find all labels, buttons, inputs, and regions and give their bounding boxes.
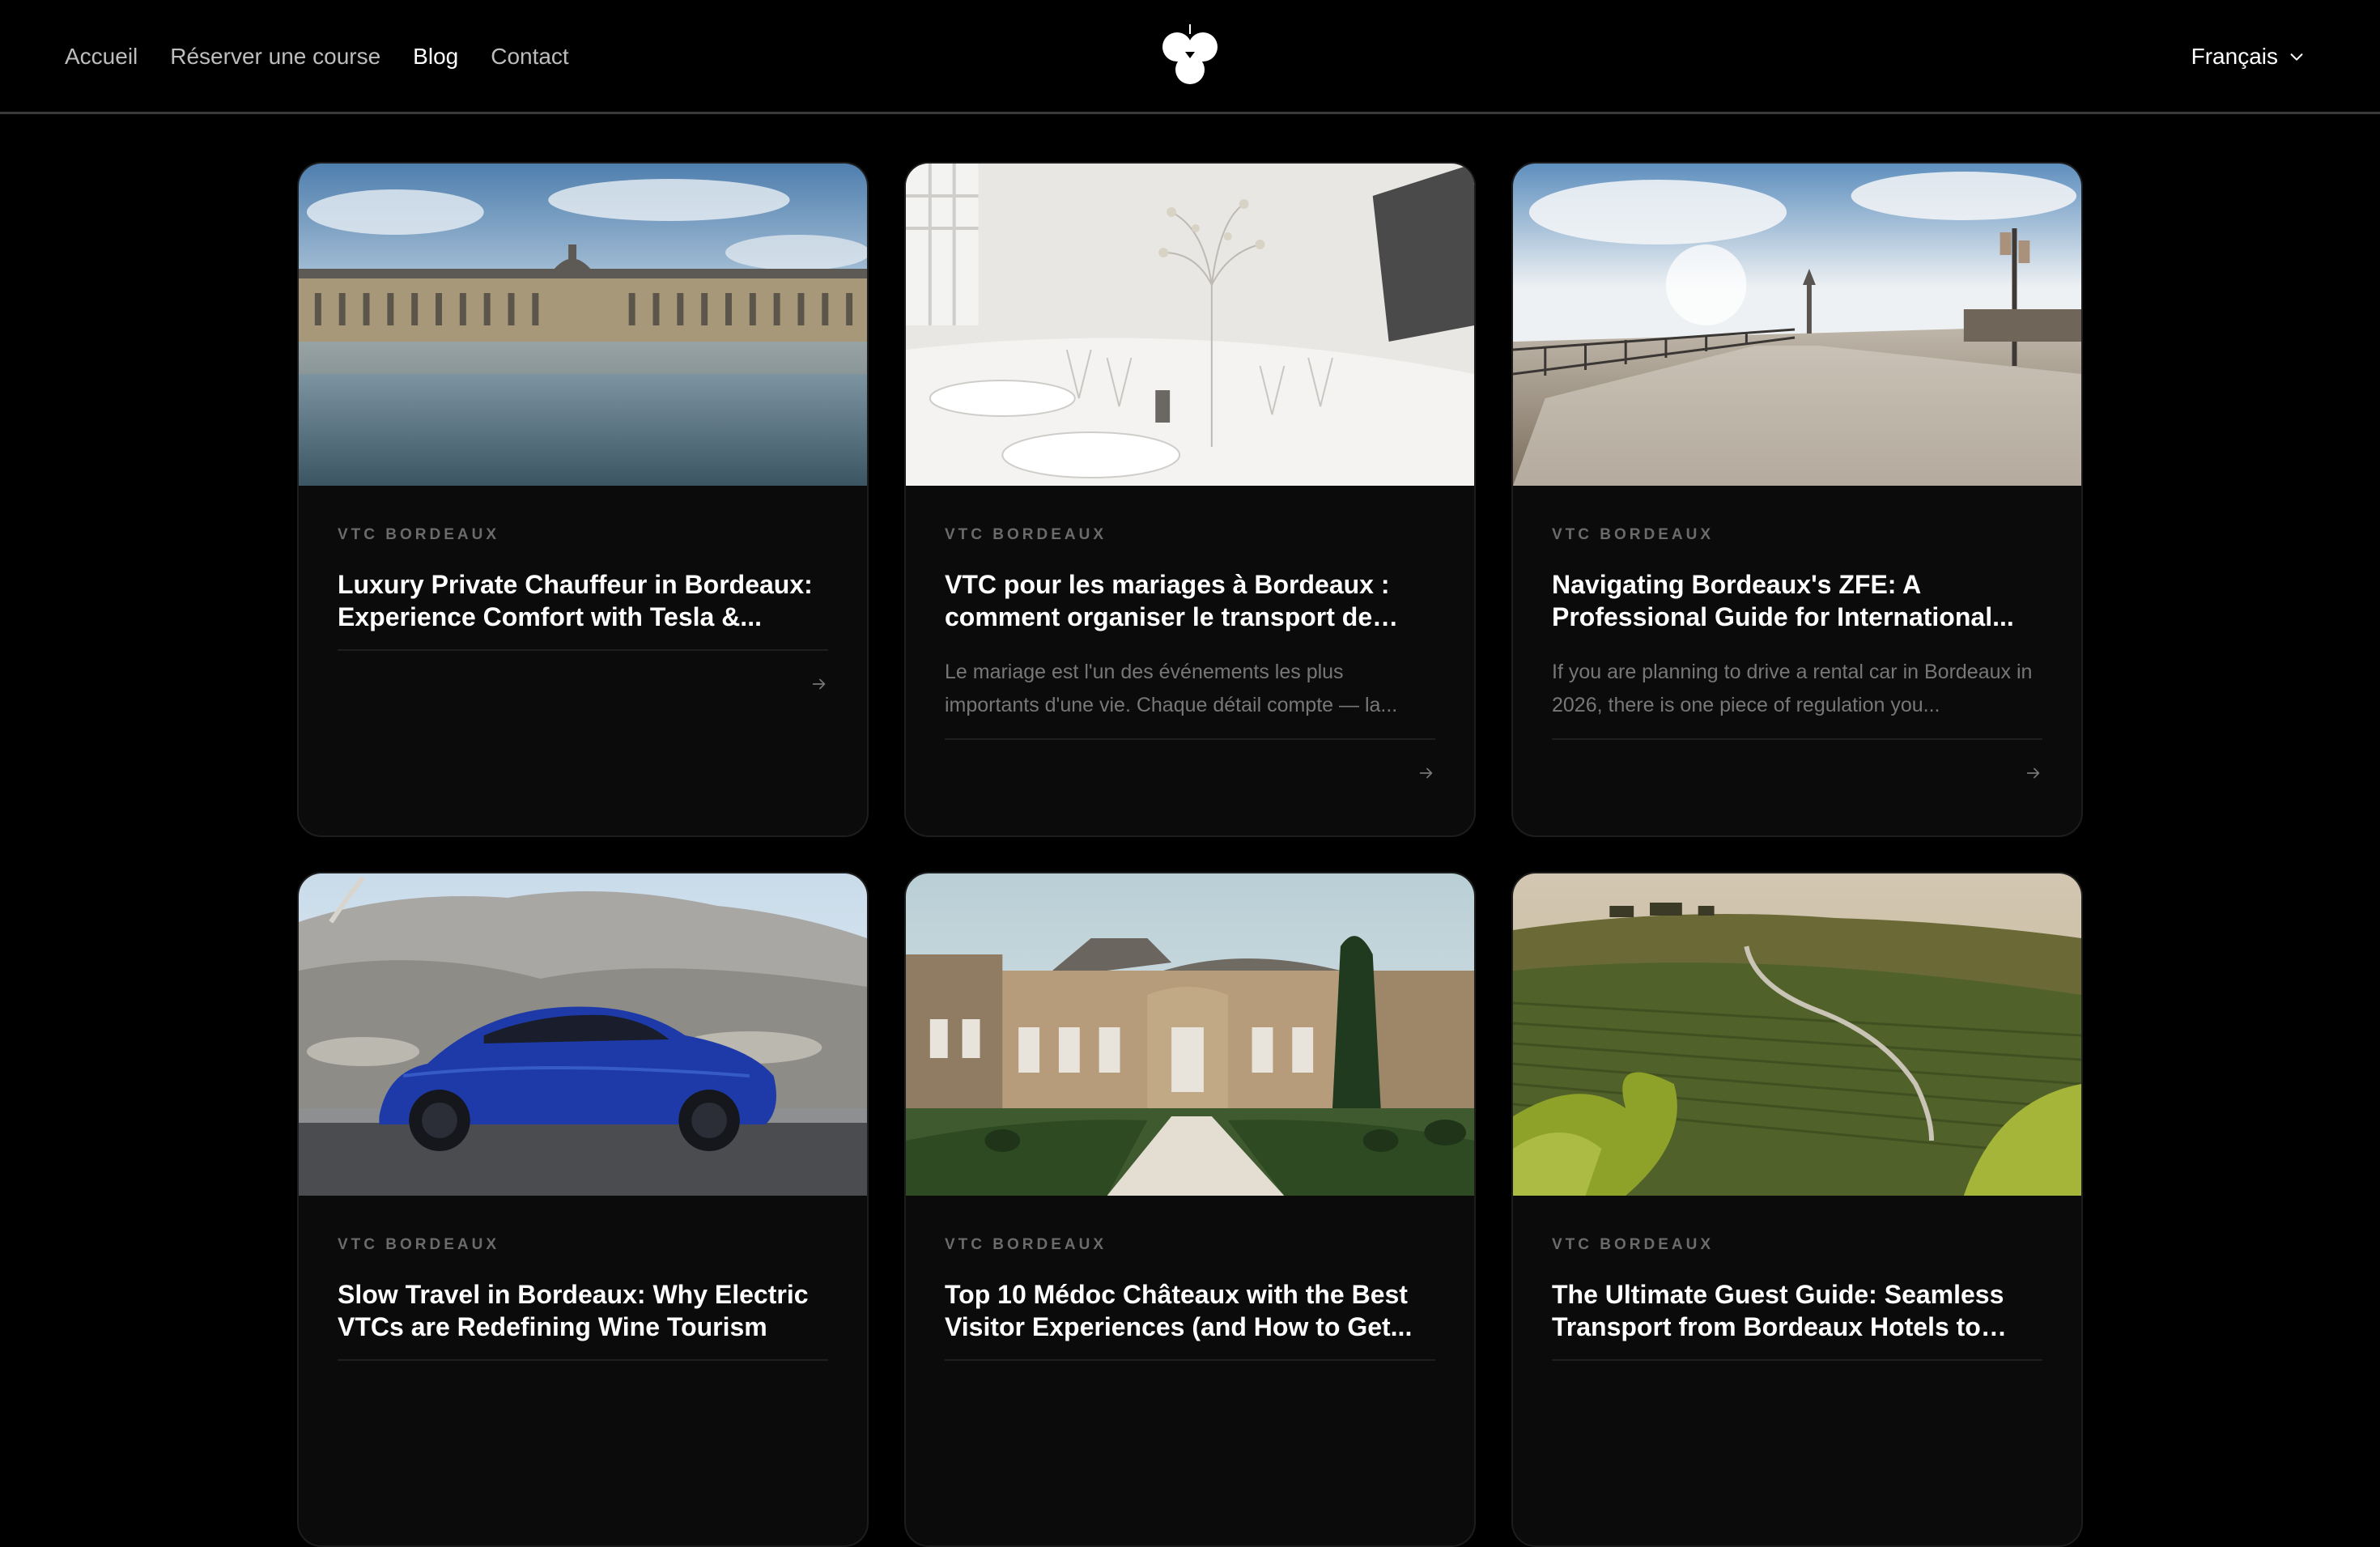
card-category: VTC BORDEAUX xyxy=(338,526,500,543)
blog-grid: VTC BORDEAUX Luxury Private Chauffeur in… xyxy=(297,162,2083,1547)
blog-card[interactable]: VTC BORDEAUX Navigating Bordeaux's ZFE: … xyxy=(1511,162,2083,837)
wedding-table-photo xyxy=(906,164,1474,486)
language-label: Français xyxy=(2191,44,2278,69)
card-body: VTC BORDEAUX Luxury Private Chauffeur in… xyxy=(299,486,867,693)
card-category: VTC BORDEAUX xyxy=(945,526,1107,543)
blog-card[interactable]: VTC BORDEAUX Slow Travel in Bordeaux: Wh… xyxy=(297,872,869,1547)
blog-card[interactable]: VTC BORDEAUX The Ultimate Guest Guide: S… xyxy=(1511,872,2083,1547)
card-category: VTC BORDEAUX xyxy=(1552,1236,1715,1253)
card-divider xyxy=(338,1359,828,1361)
card-divider xyxy=(945,738,1435,740)
language-selector[interactable]: Français xyxy=(2191,40,2306,73)
arrow-right-icon[interactable] xyxy=(338,675,828,693)
blog-card[interactable]: VTC BORDEAUX Top 10 Médoc Châteaux with … xyxy=(904,872,1476,1547)
card-title[interactable]: VTC pour les mariages à Bordeaux : comme… xyxy=(945,568,1435,633)
card-divider xyxy=(338,649,828,651)
vineyard-hills-photo xyxy=(1513,873,2081,1196)
blog-card[interactable]: VTC BORDEAUX Luxury Private Chauffeur in… xyxy=(297,162,869,837)
card-divider xyxy=(945,1359,1435,1361)
arrow-right-icon[interactable] xyxy=(945,764,1435,782)
blog-card[interactable]: VTC BORDEAUX VTC pour les mariages à Bor… xyxy=(904,162,1476,837)
card-body: VTC BORDEAUX Top 10 Médoc Châteaux with … xyxy=(906,1196,1474,1361)
card-title[interactable]: The Ultimate Guest Guide: Seamless Trans… xyxy=(1552,1278,2042,1343)
card-title[interactable]: Top 10 Médoc Châteaux with the Best Visi… xyxy=(945,1278,1435,1343)
card-title[interactable]: Navigating Bordeaux's ZFE: A Professiona… xyxy=(1552,568,2042,633)
quays-promenade-photo xyxy=(1513,164,2081,486)
arrow-right-icon[interactable] xyxy=(1552,764,2042,782)
card-excerpt: Le mariage est l'un des événements les p… xyxy=(945,661,1398,716)
card-title[interactable]: Luxury Private Chauffeur in Bordeaux: Ex… xyxy=(338,568,828,633)
card-excerpt: If you are planning to drive a rental ca… xyxy=(1552,661,2033,716)
card-divider xyxy=(1552,738,2042,740)
nav-item-reserver[interactable]: Réserver une course xyxy=(170,40,380,73)
blue-tesla-photo xyxy=(299,873,867,1196)
main-nav: Accueil Réserver une course Blog Contact xyxy=(65,40,569,73)
card-body: VTC BORDEAUX The Ultimate Guest Guide: S… xyxy=(1513,1196,2081,1361)
medoc-chateau-photo xyxy=(906,873,1474,1196)
trefoil-logo-icon[interactable] xyxy=(1161,23,1219,87)
card-divider xyxy=(1552,1359,2042,1361)
card-category: VTC BORDEAUX xyxy=(1552,526,1715,543)
site-header: Accueil Réserver une course Blog Contact… xyxy=(0,0,2380,114)
nav-item-contact[interactable]: Contact xyxy=(491,40,569,73)
card-category: VTC BORDEAUX xyxy=(338,1236,500,1253)
card-body: VTC BORDEAUX VTC pour les mariages à Bor… xyxy=(906,486,1474,782)
card-body: VTC BORDEAUX Slow Travel in Bordeaux: Wh… xyxy=(299,1196,867,1361)
nav-item-accueil[interactable]: Accueil xyxy=(65,40,138,73)
card-title[interactable]: Slow Travel in Bordeaux: Why Electric VT… xyxy=(338,1278,828,1343)
card-category: VTC BORDEAUX xyxy=(945,1236,1107,1253)
card-body: VTC BORDEAUX Navigating Bordeaux's ZFE: … xyxy=(1513,486,2081,782)
chevron-down-icon xyxy=(2290,53,2303,61)
nav-item-blog[interactable]: Blog xyxy=(413,40,458,73)
place-de-la-bourse-photo xyxy=(299,164,867,486)
